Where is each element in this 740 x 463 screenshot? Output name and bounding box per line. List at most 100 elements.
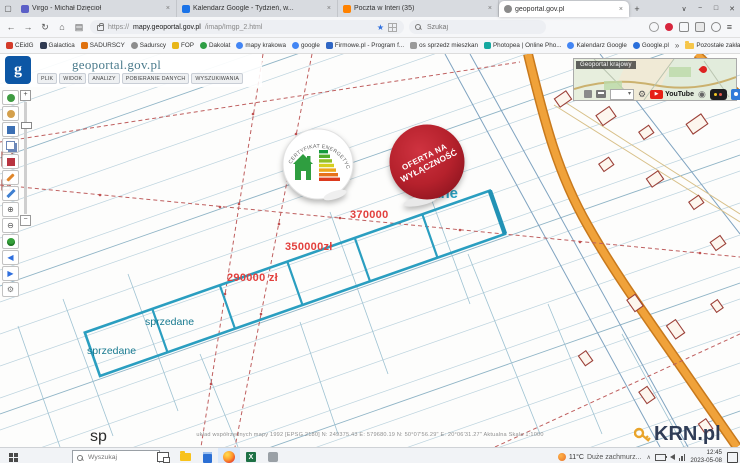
geoportal-logo[interactable]: g <box>5 56 31 84</box>
tray-expand-icon[interactable]: ∧ <box>646 454 650 461</box>
other-bookmarks[interactable]: Pozostałe zakładki <box>685 42 740 49</box>
bookmark-item[interactable]: os sprzedz mieszkan <box>410 42 478 49</box>
cadastral-map-canvas[interactable] <box>0 54 740 447</box>
menu-analizy[interactable]: ANALIZY <box>88 73 119 84</box>
task-view-button[interactable] <box>152 448 174 463</box>
apps-grid-icon[interactable] <box>584 90 592 98</box>
menu-wyszukiwania[interactable]: WYSZUKIWANIA <box>191 73 243 84</box>
close-button[interactable]: ✕ <box>724 5 740 13</box>
search-input[interactable] <box>425 23 519 32</box>
zoom-in-button[interactable]: + <box>20 90 31 101</box>
search-bar[interactable] <box>409 20 546 34</box>
bookmark-item[interactable]: Dakolat <box>200 42 230 49</box>
bookmark-item[interactable]: Google.pl <box>633 42 669 49</box>
bookmark-item[interactable]: Galactica <box>40 42 75 49</box>
zoom-in-tool-icon[interactable]: ⊕ <box>2 202 19 217</box>
bookmark-item[interactable]: FOP <box>172 42 194 49</box>
prev-view-tool-icon[interactable]: ◀ <box>2 250 19 265</box>
taskbar-apps: X <box>152 448 284 463</box>
home-icon[interactable]: ⌂ <box>56 22 68 32</box>
minimize-button[interactable]: − <box>692 5 708 12</box>
zoom-track[interactable] <box>24 102 27 214</box>
next-view-tool-icon[interactable]: ▶ <box>2 266 19 281</box>
forward-icon[interactable]: → <box>22 22 34 32</box>
select-tool-icon[interactable] <box>2 106 19 121</box>
full-extent-tool-icon[interactable] <box>2 234 19 249</box>
blue-extension-badge[interactable] <box>731 89 740 100</box>
bookmark-item[interactable]: google <box>292 42 320 49</box>
adblock-icon[interactable] <box>665 23 673 31</box>
annotate-tool-icon[interactable] <box>2 154 19 169</box>
volume-icon[interactable] <box>670 454 675 460</box>
youtube-badge[interactable]: ▶ YouTube <box>650 90 694 99</box>
taskbar-clock[interactable]: 12:45 2023-05-08 <box>690 449 722 463</box>
printer-icon[interactable] <box>596 90 606 98</box>
save-page-icon[interactable]: ▤ <box>73 22 85 33</box>
price-label: 290000 zł <box>227 272 278 284</box>
tab-close-icon[interactable]: × <box>326 5 332 12</box>
firefox-button[interactable] <box>218 448 240 463</box>
search-icon <box>415 24 421 30</box>
taskbar-search[interactable] <box>72 450 160 463</box>
zoom-handle[interactable] <box>21 122 32 129</box>
bookmark-star-icon[interactable]: ★ <box>377 23 384 32</box>
info-tool-icon[interactable] <box>2 90 19 105</box>
gear-icon[interactable]: ⚙ <box>638 90 646 99</box>
weather-widget[interactable]: 11°C Duże zachmurz... <box>558 453 642 461</box>
scale-dropdown[interactable]: ▾ <box>610 89 634 100</box>
layers-tool-icon[interactable] <box>2 138 19 153</box>
bookmark-label: os sprzedz mieszkan <box>419 42 478 49</box>
account-icon[interactable] <box>649 22 659 32</box>
calculator-button[interactable] <box>196 448 218 463</box>
target-icon[interactable]: ◉ <box>698 90 706 99</box>
extensions-icon[interactable] <box>711 22 721 32</box>
maximize-button[interactable]: □ <box>708 5 724 12</box>
bookmark-item[interactable]: Kalendarz Google <box>567 42 626 49</box>
reload-icon[interactable]: ↻ <box>39 22 51 33</box>
menu-widok[interactable]: WIDOK <box>59 73 86 84</box>
menu-plik[interactable]: PLIK <box>37 73 57 84</box>
tab-mail[interactable]: Poczta w Interi (35) × <box>338 0 499 17</box>
tab-virgo[interactable]: Virgo - Michał Dzięcioł × <box>16 0 177 17</box>
screenshot-icon[interactable] <box>679 22 689 32</box>
tab-close-icon[interactable]: × <box>618 6 624 13</box>
tab-geoportal-active[interactable]: geoportal.gov.pl × <box>499 1 629 17</box>
firefox-view-icon[interactable]: ▢ <box>0 0 16 17</box>
start-button[interactable] <box>0 448 26 463</box>
url-bar[interactable]: https://mapy.geoportal.gov.pl/imap/Imgp_… <box>90 20 404 34</box>
draw-tool-icon[interactable] <box>2 170 19 185</box>
bookmark-item[interactable]: SADURSCY <box>81 42 125 49</box>
tab-calendar[interactable]: Kalendarz Google - Tydzień, w... × <box>177 0 338 17</box>
bookmark-item[interactable]: Sadurscy <box>131 42 166 49</box>
bookmark-item[interactable]: CEidG <box>6 42 34 49</box>
back-icon[interactable]: ← <box>5 22 17 32</box>
tab-close-icon[interactable]: × <box>487 5 493 12</box>
library-icon[interactable] <box>695 22 705 32</box>
bookmarks-overflow-chevron[interactable]: » <box>675 41 679 50</box>
taskbar-search-input[interactable] <box>86 453 150 462</box>
action-center-icon[interactable] <box>727 452 738 463</box>
windows-taskbar: X 11°C Duże zachmurz... ∧ 12:45 2023-05-… <box>0 447 740 463</box>
zoom-out-button[interactable]: − <box>20 215 31 226</box>
bookmark-item[interactable]: mapy krakowa <box>236 42 286 49</box>
zoom-out-tool-icon[interactable]: ⊖ <box>2 218 19 233</box>
tab-favicon <box>504 5 512 13</box>
bookmark-item[interactable]: Firmowe.pl - Program f... <box>326 42 404 49</box>
network-icon[interactable] <box>679 454 686 461</box>
menu-icon[interactable]: ≡ <box>727 22 732 32</box>
list-tabs-icon[interactable]: ∨ <box>676 5 692 13</box>
container-icon[interactable] <box>388 23 397 32</box>
excel-button[interactable]: X <box>240 448 262 463</box>
settings-tool-icon[interactable]: ⚙ <box>2 282 19 297</box>
bookmark-item[interactable]: Photopea | Online Pho... <box>484 42 562 49</box>
measure-tool-icon[interactable] <box>2 186 19 201</box>
gray-app-button[interactable] <box>262 448 284 463</box>
table-tool-icon[interactable] <box>2 122 19 137</box>
battery-icon[interactable] <box>655 454 666 461</box>
dark-extension-badge[interactable] <box>710 89 727 100</box>
menu-pobieranie-danych[interactable]: POBIERANIE DANYCH <box>122 73 190 84</box>
file-explorer-button[interactable] <box>174 448 196 463</box>
new-tab-button[interactable]: + <box>629 0 645 17</box>
clock-date: 2023-05-08 <box>690 457 722 463</box>
tab-close-icon[interactable]: × <box>165 5 171 12</box>
